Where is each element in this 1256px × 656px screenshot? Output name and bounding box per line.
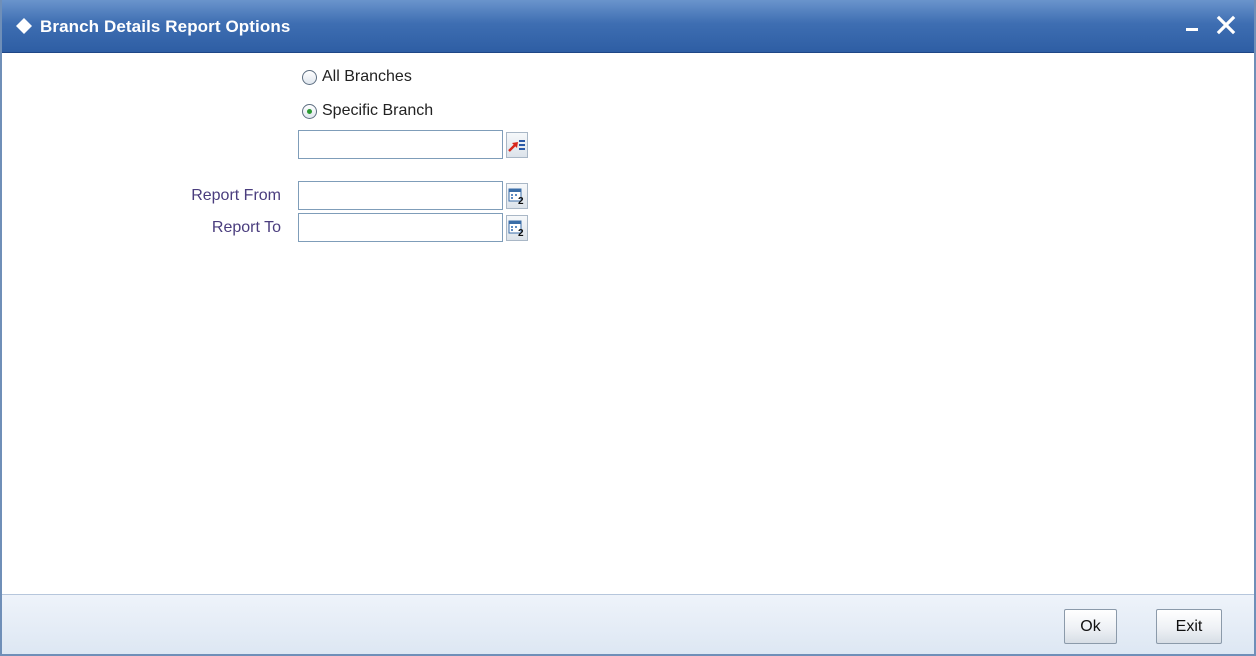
- report-from-label: Report From: [191, 187, 281, 204]
- radio-label-all-branches: All Branches: [322, 68, 412, 85]
- report-from-input[interactable]: [298, 181, 503, 210]
- diamond-icon: [16, 18, 32, 34]
- calendar-icon: 2: [508, 188, 524, 205]
- branch-code-input[interactable]: [298, 130, 503, 159]
- svg-text:2: 2: [518, 228, 524, 237]
- calendar-icon: 2: [508, 220, 524, 237]
- title-bar: Branch Details Report Options: [2, 0, 1254, 53]
- ok-button[interactable]: Ok: [1064, 609, 1117, 644]
- radio-specific-branch[interactable]: Specific Branch: [302, 100, 433, 122]
- window-title: Branch Details Report Options: [40, 17, 291, 36]
- report-options-window: Branch Details Report Options All Branch…: [0, 0, 1256, 656]
- radio-button[interactable]: [302, 69, 317, 85]
- svg-text:2: 2: [518, 196, 524, 205]
- radio-button-checked[interactable]: [302, 103, 317, 119]
- report-from-calendar-button[interactable]: 2: [506, 183, 528, 209]
- list-of-values-icon: [508, 140, 525, 152]
- report-to-label: Report To: [211, 219, 281, 236]
- close-icon[interactable]: [1215, 14, 1237, 36]
- report-to-calendar-button[interactable]: 2: [506, 215, 528, 241]
- radio-label-specific-branch: Specific Branch: [322, 102, 434, 119]
- exit-button[interactable]: Exit: [1156, 609, 1222, 644]
- dialog-footer: Ok Exit: [2, 594, 1254, 654]
- form-content: All Branches Specific Branch Report From: [2, 53, 1254, 594]
- radio-all-branches[interactable]: All Branches: [302, 66, 412, 88]
- branch-lov-button[interactable]: [506, 132, 528, 158]
- minimize-icon[interactable]: [1182, 14, 1204, 36]
- report-to-input[interactable]: [298, 213, 503, 242]
